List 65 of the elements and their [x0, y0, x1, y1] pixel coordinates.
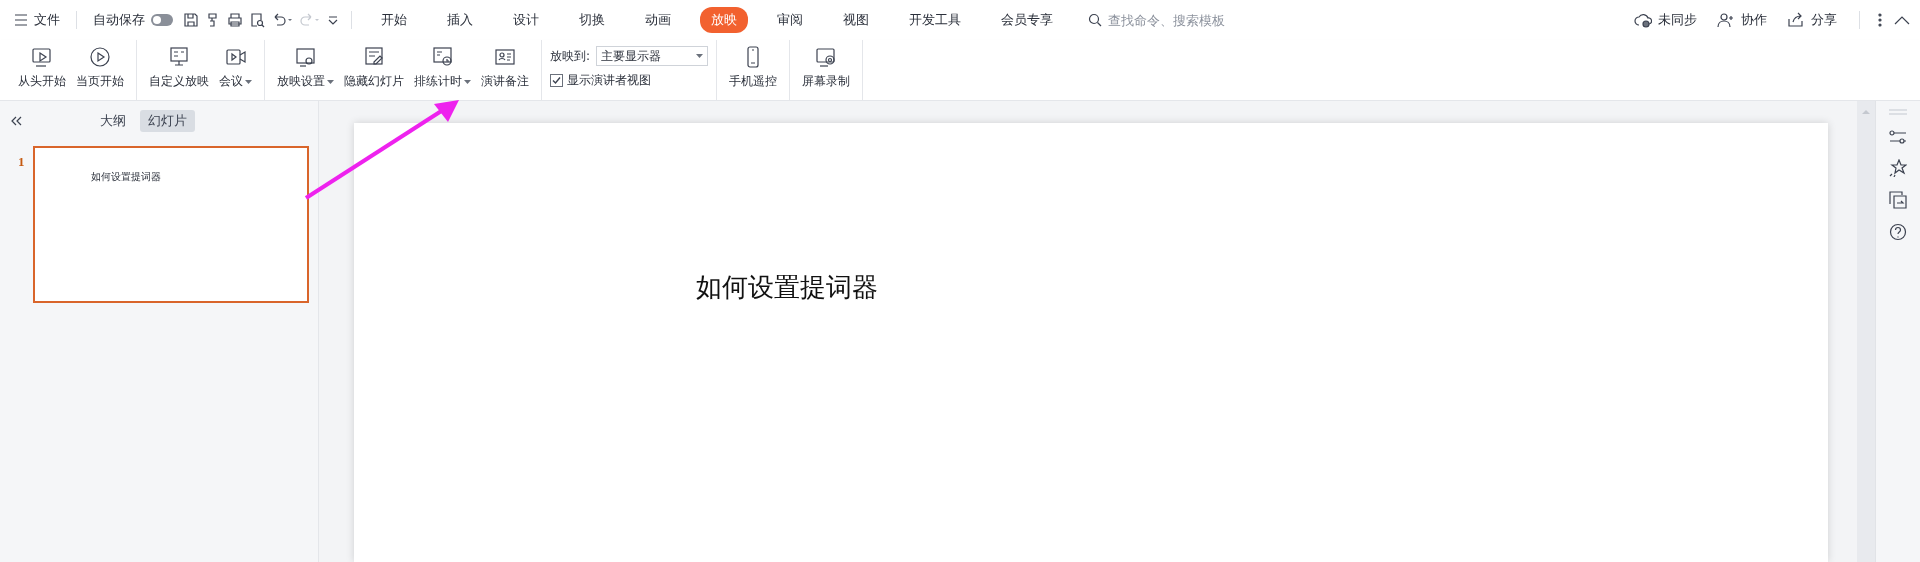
scroll-up-icon [1862, 109, 1870, 114]
more-icon [1878, 13, 1882, 27]
slide-number: 1 [18, 154, 26, 171]
ribbon-button[interactable]: 手机遥控 [725, 40, 782, 95]
help-icon [1889, 223, 1907, 241]
add-user-icon [1717, 12, 1735, 28]
collapse-icon [1894, 15, 1910, 25]
play-screen-icon [30, 45, 54, 69]
ribbon-tab[interactable]: 开发工具 [898, 7, 972, 33]
header-action[interactable]: 协作 [1713, 7, 1771, 33]
search-icon [1088, 13, 1102, 27]
collapse-panel-button[interactable] [10, 116, 22, 126]
ribbon-button[interactable]: 当页开始 [72, 40, 128, 95]
header-action[interactable]: 未同步 [1630, 7, 1701, 33]
grip-icon [1888, 109, 1908, 115]
ribbon-tab[interactable]: 设计 [502, 7, 550, 33]
double-chevron-icon [10, 116, 22, 126]
ribbon-button[interactable]: 演讲备注 [477, 40, 533, 95]
sliders-icon [1889, 129, 1907, 145]
cloud-icon [1634, 12, 1652, 28]
star-icon [1889, 159, 1907, 177]
help-button[interactable] [1889, 223, 1907, 241]
ribbon-button[interactable]: 放映设置 [273, 40, 338, 95]
caret-icon [464, 79, 471, 84]
ribbon-button[interactable]: 会议 [215, 40, 256, 95]
panel-tab[interactable]: 大纲 [92, 110, 134, 132]
properties-button[interactable] [1889, 129, 1907, 145]
caret-icon [327, 79, 334, 84]
ribbon-button[interactable]: 隐藏幻灯片 [340, 40, 408, 95]
ribbon-tab[interactable]: 视图 [832, 7, 880, 33]
panel-tab[interactable]: 幻灯片 [140, 110, 195, 132]
ribbon-button[interactable]: 从头开始 [14, 40, 70, 95]
thumbnail-title: 如何设置提词器 [91, 170, 161, 184]
header-action[interactable]: 分享 [1783, 7, 1841, 33]
display-select[interactable]: 主要显示器 [596, 46, 709, 66]
ribbon-tab[interactable]: 切换 [568, 7, 616, 33]
ribbon-button[interactable]: 自定义放映 [145, 40, 213, 95]
search-field[interactable]: 查找命令、搜索模板 [1088, 11, 1260, 29]
autosave-toggle[interactable]: 自动保存 [89, 7, 177, 33]
ribbon-tab[interactable]: 开始 [370, 7, 418, 33]
field-label: 放映到: [550, 47, 591, 65]
presenter-view-checkbox[interactable]: 显示演讲者视图 [550, 72, 709, 89]
ribbon-tab[interactable]: 插入 [436, 7, 484, 33]
check-icon [552, 76, 561, 85]
save-icon [183, 12, 199, 28]
ribbon-button[interactable]: 排练计时 [410, 40, 475, 95]
share-icon [1787, 12, 1805, 28]
ribbon-tab[interactable]: 会员专享 [990, 7, 1064, 33]
animation-button[interactable] [1889, 159, 1907, 177]
ribbon-tab[interactable]: 动画 [634, 7, 682, 33]
screen-clock-icon [430, 45, 455, 69]
scrollbar[interactable] [1857, 101, 1875, 562]
ribbon-button[interactable]: 屏幕录制 [798, 40, 855, 95]
file-menu[interactable]: 文件 [10, 7, 64, 33]
caret-icon [696, 54, 704, 58]
menu-icon [14, 14, 28, 26]
slide-title: 如何设置提词器 [696, 271, 878, 304]
ribbon-tab[interactable]: 审阅 [766, 7, 814, 33]
slide-thumbnail[interactable]: 如何设置提词器 [33, 146, 309, 303]
custom-show-icon [167, 45, 191, 69]
caret-icon [245, 79, 252, 84]
play-circle-icon [88, 45, 112, 69]
print-icon [227, 12, 243, 28]
print-preview-icon [249, 12, 265, 28]
customize-caret-icon [327, 14, 339, 26]
